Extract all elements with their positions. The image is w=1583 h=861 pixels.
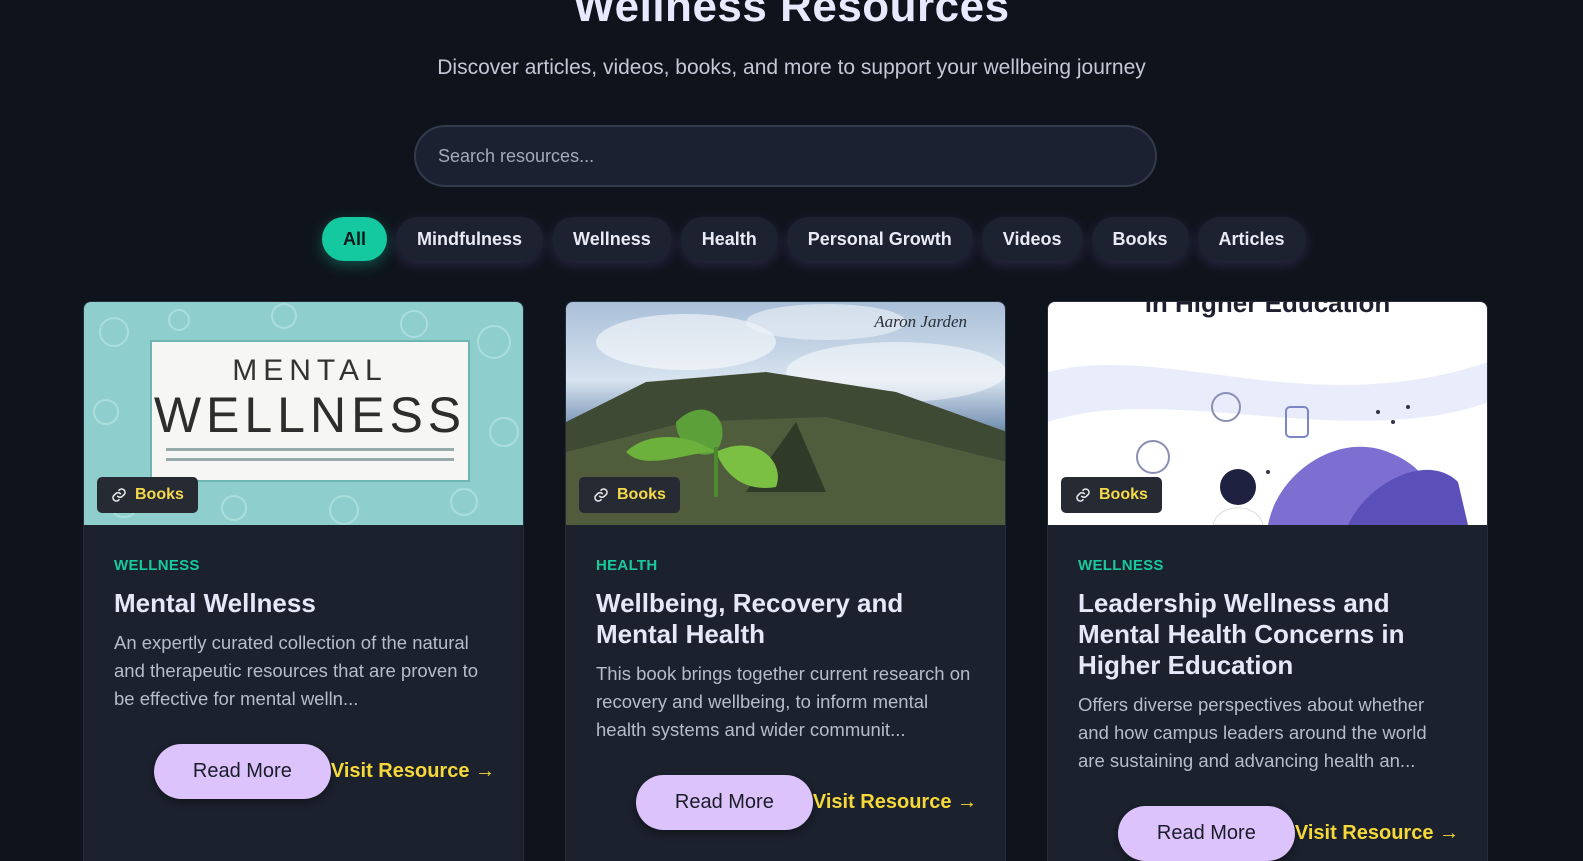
read-more-button[interactable]: Read More <box>153 744 331 799</box>
filter-chip-videos[interactable]: Videos <box>981 217 1083 261</box>
card-actions: Read More Visit Resource → <box>1117 806 1459 861</box>
filter-chip-health[interactable]: Health <box>680 217 778 261</box>
visit-resource-link[interactable]: Visit Resource → <box>1295 822 1459 845</box>
type-badge-label: Books <box>135 486 184 503</box>
type-badge: Books <box>1061 477 1162 513</box>
link-icon <box>594 488 608 502</box>
card-description: An expertly curated collection of the na… <box>114 632 479 709</box>
resource-card: Aaron Jarden Books HEALTH Wellbeing, Rec… <box>565 301 1006 861</box>
cover-title-line2: WELLNESS <box>153 387 467 443</box>
cover-title-panel: MENTAL WELLNESS <box>150 340 470 482</box>
filter-chip-books[interactable]: Books <box>1091 217 1189 261</box>
type-badge: Books <box>97 477 198 513</box>
card-title: Mental Wellness <box>114 588 316 618</box>
cover-subtitle-line <box>166 458 454 461</box>
filter-chip-articles[interactable]: Articles <box>1197 217 1306 261</box>
read-more-button[interactable]: Read More <box>635 775 813 830</box>
search-bar <box>414 125 1157 187</box>
cover-title-text: in Higher Education <box>1144 302 1391 318</box>
resource-cover-image[interactable]: Aaron Jarden Books <box>566 302 1005 525</box>
read-more-button[interactable]: Read More <box>1117 806 1295 861</box>
card-actions: Read More Visit Resource → <box>153 744 495 799</box>
link-icon <box>1076 488 1090 502</box>
cover-author-text: Aaron Jarden <box>874 312 967 331</box>
visit-resource-link[interactable]: Visit Resource → <box>813 791 977 814</box>
card-title: Wellbeing, Recovery and Mental Health <box>596 588 904 649</box>
page-title: Wellness Resources <box>573 0 1010 31</box>
cover-subtitle-line <box>166 448 454 451</box>
cover-title-line1: MENTAL <box>232 354 388 387</box>
filter-chips: All Mindfulness Wellness Health Personal… <box>322 217 1306 261</box>
filter-chip-personal-growth[interactable]: Personal Growth <box>786 217 973 261</box>
card-category: WELLNESS <box>1078 557 1164 574</box>
card-body: WELLNESS Mental Wellness An expertly cur… <box>114 557 493 713</box>
resource-cover-image[interactable]: MENTAL WELLNESS Books <box>84 302 523 525</box>
resource-cover-image[interactable]: in Higher Education Books <box>1048 302 1487 525</box>
type-badge-label: Books <box>617 486 666 503</box>
type-badge: Books <box>579 477 680 513</box>
card-description: This book brings together current resear… <box>596 663 971 740</box>
search-input[interactable] <box>416 127 1155 185</box>
card-description: Offers diverse perspectives about whethe… <box>1078 694 1427 771</box>
filter-chip-mindfulness[interactable]: Mindfulness <box>396 217 544 261</box>
filter-chip-all[interactable]: All <box>322 217 388 261</box>
page: Wellness Resources Discover articles, vi… <box>0 0 1583 861</box>
resource-card: in Higher Education Books WELLNESS Leade… <box>1047 301 1488 861</box>
page-subtitle: Discover articles, videos, books, and mo… <box>437 56 1146 79</box>
card-title: Leadership Wellness and Mental Health Co… <box>1078 588 1405 680</box>
link-icon <box>112 488 126 502</box>
card-actions: Read More Visit Resource → <box>635 775 977 830</box>
type-badge-label: Books <box>1099 486 1148 503</box>
card-category: HEALTH <box>596 557 658 574</box>
filter-chip-wellness[interactable]: Wellness <box>552 217 672 261</box>
card-category: WELLNESS <box>114 557 200 574</box>
card-body: WELLNESS Leadership Wellness and Mental … <box>1078 557 1457 775</box>
resource-card: MENTAL WELLNESS Books WELLNESS Mental We… <box>83 301 524 861</box>
visit-resource-link[interactable]: Visit Resource → <box>331 760 495 783</box>
card-body: HEALTH Wellbeing, Recovery and Mental He… <box>596 557 975 744</box>
